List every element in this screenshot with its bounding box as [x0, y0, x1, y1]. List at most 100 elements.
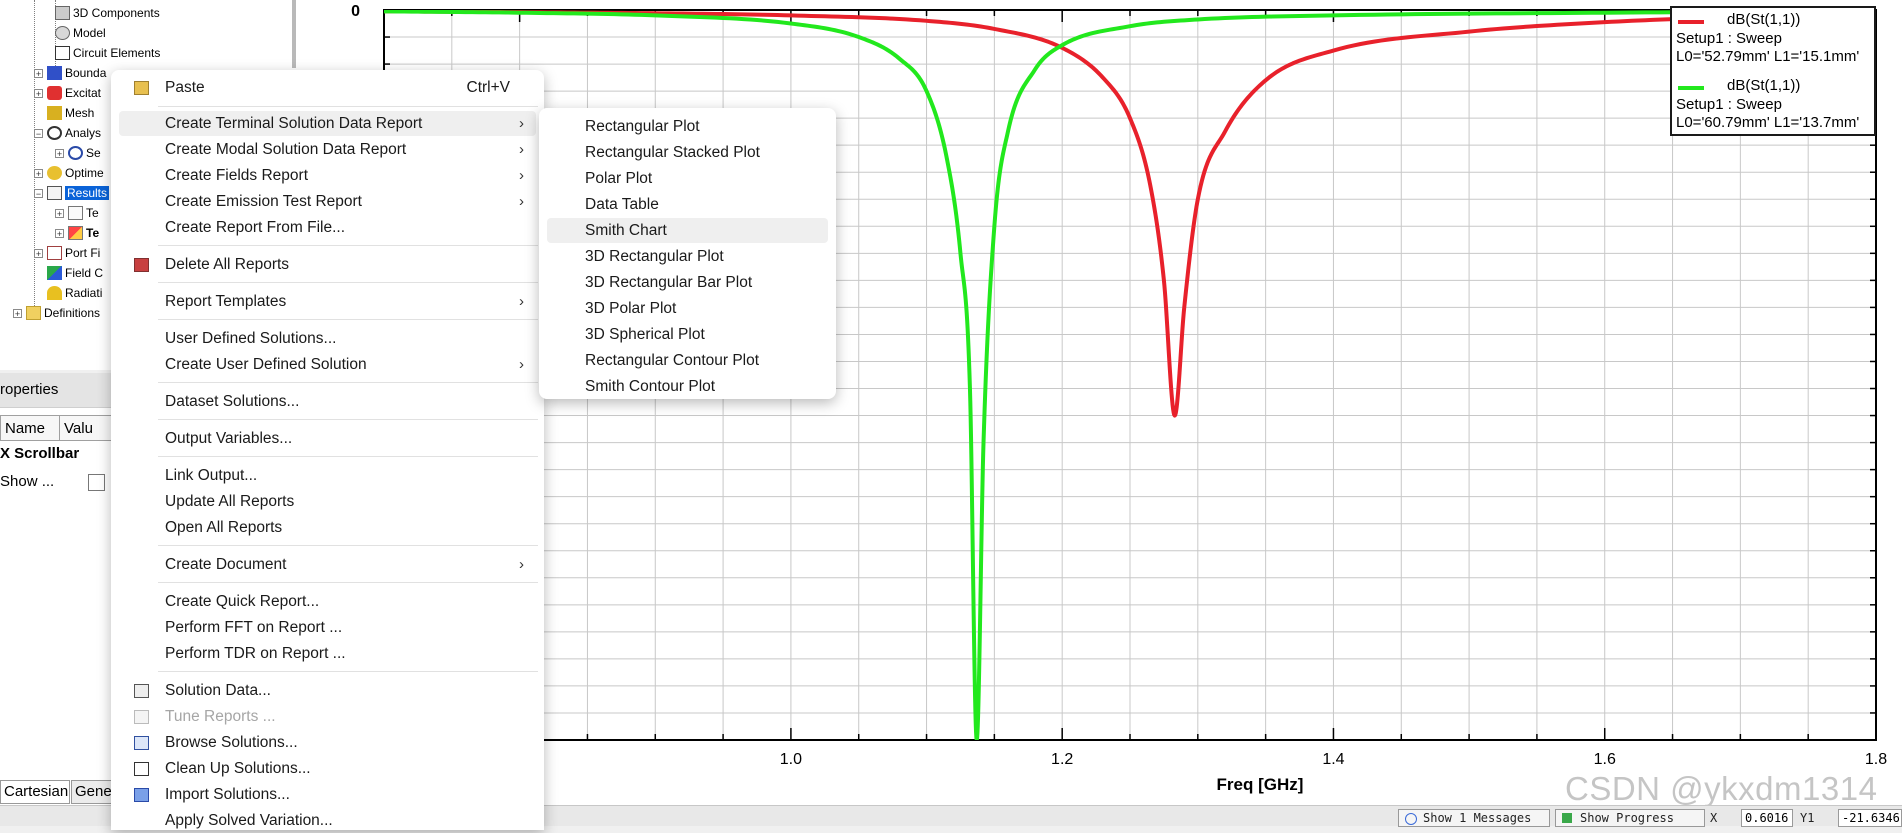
show-messages-button[interactable]: Show 1 Messages [1398, 809, 1550, 827]
menu-item-perform-fft[interactable]: Perform FFT on Report ... [119, 615, 536, 640]
submenu-arrow-icon: › [519, 556, 524, 573]
collapse-icon[interactable]: − [34, 128, 43, 138]
submenu-arrow-icon: › [519, 193, 524, 210]
menu-separator [158, 456, 538, 457]
tree-item-analysis[interactable]: − Analys [34, 124, 101, 142]
tree-item-field-overlays[interactable]: Field C [47, 264, 103, 282]
browse-solutions-icon [134, 736, 149, 750]
expand-icon[interactable]: + [34, 68, 43, 78]
legend-setup: Setup1 : Sweep [1676, 30, 1782, 47]
menu-item-paste[interactable]: Paste Ctrl+V [119, 75, 536, 100]
show-progress-button[interactable]: Show Progress [1555, 809, 1705, 827]
menu-item-create-modal-report[interactable]: Create Modal Solution Data Report › [119, 137, 536, 162]
tree-item-circuit-elements[interactable]: Circuit Elements [55, 44, 160, 62]
expand-icon[interactable]: + [55, 208, 64, 218]
menu-item-tune-reports: Tune Reports ... [119, 704, 536, 729]
menu-item-create-terminal-report[interactable]: Create Terminal Solution Data Report › [119, 111, 536, 136]
menu-item-import-solutions[interactable]: Import Solutions... [119, 782, 536, 807]
submenu-item-3d-rectangular-plot[interactable]: 3D Rectangular Plot [547, 244, 828, 269]
menu-item-create-document[interactable]: Create Document › [119, 552, 536, 577]
menu-item-dataset-solutions[interactable]: Dataset Solutions... [119, 389, 536, 414]
submenu-terminal-report: Rectangular Plot Rectangular Stacked Plot… [539, 108, 836, 399]
submenu-item-label: 3D Polar Plot [585, 300, 677, 317]
menu-item-delete-all-reports[interactable]: Delete All Reports [119, 252, 536, 277]
tree-item-results[interactable]: − Results [34, 184, 110, 202]
menu-item-create-emission-report[interactable]: Create Emission Test Report › [119, 189, 536, 214]
x-tick-label: 1.2 [1051, 751, 1073, 768]
submenu-item-smith-chart[interactable]: Smith Chart [547, 218, 828, 243]
menu-item-perform-tdr[interactable]: Perform TDR on Report ... [119, 641, 536, 666]
import-solutions-icon [134, 788, 149, 802]
submenu-arrow-icon: › [519, 293, 524, 310]
submenu-item-label: 3D Spherical Plot [585, 326, 705, 343]
properties-col-name[interactable]: Name [0, 415, 60, 441]
progress-icon [1562, 813, 1572, 823]
tree-item-definitions[interactable]: + Definitions [13, 304, 100, 322]
menu-item-open-all-reports[interactable]: Open All Reports [119, 515, 536, 540]
menu-item-report-templates[interactable]: Report Templates › [119, 289, 536, 314]
menu-item-browse-solutions[interactable]: Browse Solutions... [119, 730, 536, 755]
plot-legend[interactable]: dB(St(1,1)) Setup1 : Sweep L0='52.79mm' … [1670, 6, 1876, 136]
show-messages-label: Show 1 Messages [1423, 811, 1532, 825]
submenu-item-label: Smith Contour Plot [585, 378, 716, 395]
submenu-item-rectangular-stacked-plot[interactable]: Rectangular Stacked Plot [547, 140, 828, 165]
menu-item-create-quick-report[interactable]: Create Quick Report... [119, 589, 536, 614]
submenu-item-3d-rectangular-bar-plot[interactable]: 3D Rectangular Bar Plot [547, 270, 828, 295]
menu-item-create-report-from-file[interactable]: Create Report From File... [119, 215, 536, 240]
menu-item-create-user-defined-solution[interactable]: Create User Defined Solution › [119, 352, 536, 377]
expand-icon[interactable]: + [55, 228, 64, 238]
submenu-item-polar-plot[interactable]: Polar Plot [547, 166, 828, 191]
submenu-item-label: Rectangular Stacked Plot [585, 144, 760, 161]
menu-item-clean-up-solutions[interactable]: Clean Up Solutions... [119, 756, 536, 781]
submenu-arrow-icon: › [519, 356, 524, 373]
show-checkbox[interactable] [88, 474, 105, 491]
properties-section: X Scrollbar [0, 445, 80, 462]
expand-icon[interactable]: + [55, 148, 64, 158]
excitations-icon [47, 86, 62, 100]
tree-item-report-1[interactable]: + Te [55, 204, 99, 222]
tree-item-setup[interactable]: + Se [55, 144, 101, 162]
submenu-item-label: Rectangular Plot [585, 118, 700, 135]
setup-icon [68, 146, 83, 160]
menu-item-user-defined-solutions[interactable]: User Defined Solutions... [119, 326, 536, 351]
expand-icon[interactable]: + [34, 88, 43, 98]
submenu-item-label: Rectangular Contour Plot [585, 352, 760, 369]
tree-item-boundaries[interactable]: + Bounda [34, 64, 106, 82]
tree-item-mesh[interactable]: Mesh [47, 104, 94, 122]
boundaries-icon [47, 66, 62, 80]
tree-item-port-fields[interactable]: + Port Fi [34, 244, 100, 262]
menu-item-apply-solved-variation[interactable]: Apply Solved Variation... [119, 808, 536, 833]
info-icon [1405, 813, 1417, 825]
tune-reports-icon [134, 710, 149, 724]
y-coord-value: -21.6346 [1838, 809, 1902, 827]
tree-item-radiation[interactable]: Radiati [47, 284, 102, 302]
x-tick-label: 1.8 [1865, 751, 1887, 768]
submenu-item-data-table[interactable]: Data Table [547, 192, 828, 217]
tree-item-excitations[interactable]: + Excitat [34, 84, 101, 102]
x-tick-label: 1.4 [1322, 751, 1344, 768]
submenu-item-3d-spherical-plot[interactable]: 3D Spherical Plot [547, 322, 828, 347]
menu-item-link-output[interactable]: Link Output... [119, 463, 536, 488]
menu-item-solution-data[interactable]: Solution Data... [119, 678, 536, 703]
legend-trace-name: dB(St(1,1)) [1727, 11, 1801, 28]
menu-item-update-all-reports[interactable]: Update All Reports [119, 489, 536, 514]
expand-icon[interactable]: + [13, 308, 22, 318]
submenu-item-3d-polar-plot[interactable]: 3D Polar Plot [547, 296, 828, 321]
tab-cartesian[interactable]: Cartesian [0, 780, 70, 804]
menu-separator [158, 382, 538, 383]
tree-item-report-2[interactable]: + Te [55, 224, 99, 242]
submenu-item-rectangular-contour-plot[interactable]: Rectangular Contour Plot [547, 348, 828, 373]
tree-item-optimetrics[interactable]: + Optime [34, 164, 104, 182]
expand-icon[interactable]: + [34, 168, 43, 178]
legend-variation: L0='60.79mm' L1='13.7mm' [1676, 114, 1860, 131]
submenu-item-smith-contour-plot[interactable]: Smith Contour Plot [547, 374, 828, 399]
expand-icon[interactable]: + [34, 248, 43, 258]
tree-item-3d-components[interactable]: 3D Components [55, 4, 160, 22]
menu-item-create-fields-report[interactable]: Create Fields Report › [119, 163, 536, 188]
menu-item-output-variables[interactable]: Output Variables... [119, 426, 536, 451]
clean-up-icon [134, 762, 149, 776]
collapse-icon[interactable]: − [34, 188, 43, 198]
optimetrics-icon [47, 166, 62, 180]
tree-item-model[interactable]: Model [55, 24, 106, 42]
submenu-item-rectangular-plot[interactable]: Rectangular Plot [547, 114, 828, 139]
